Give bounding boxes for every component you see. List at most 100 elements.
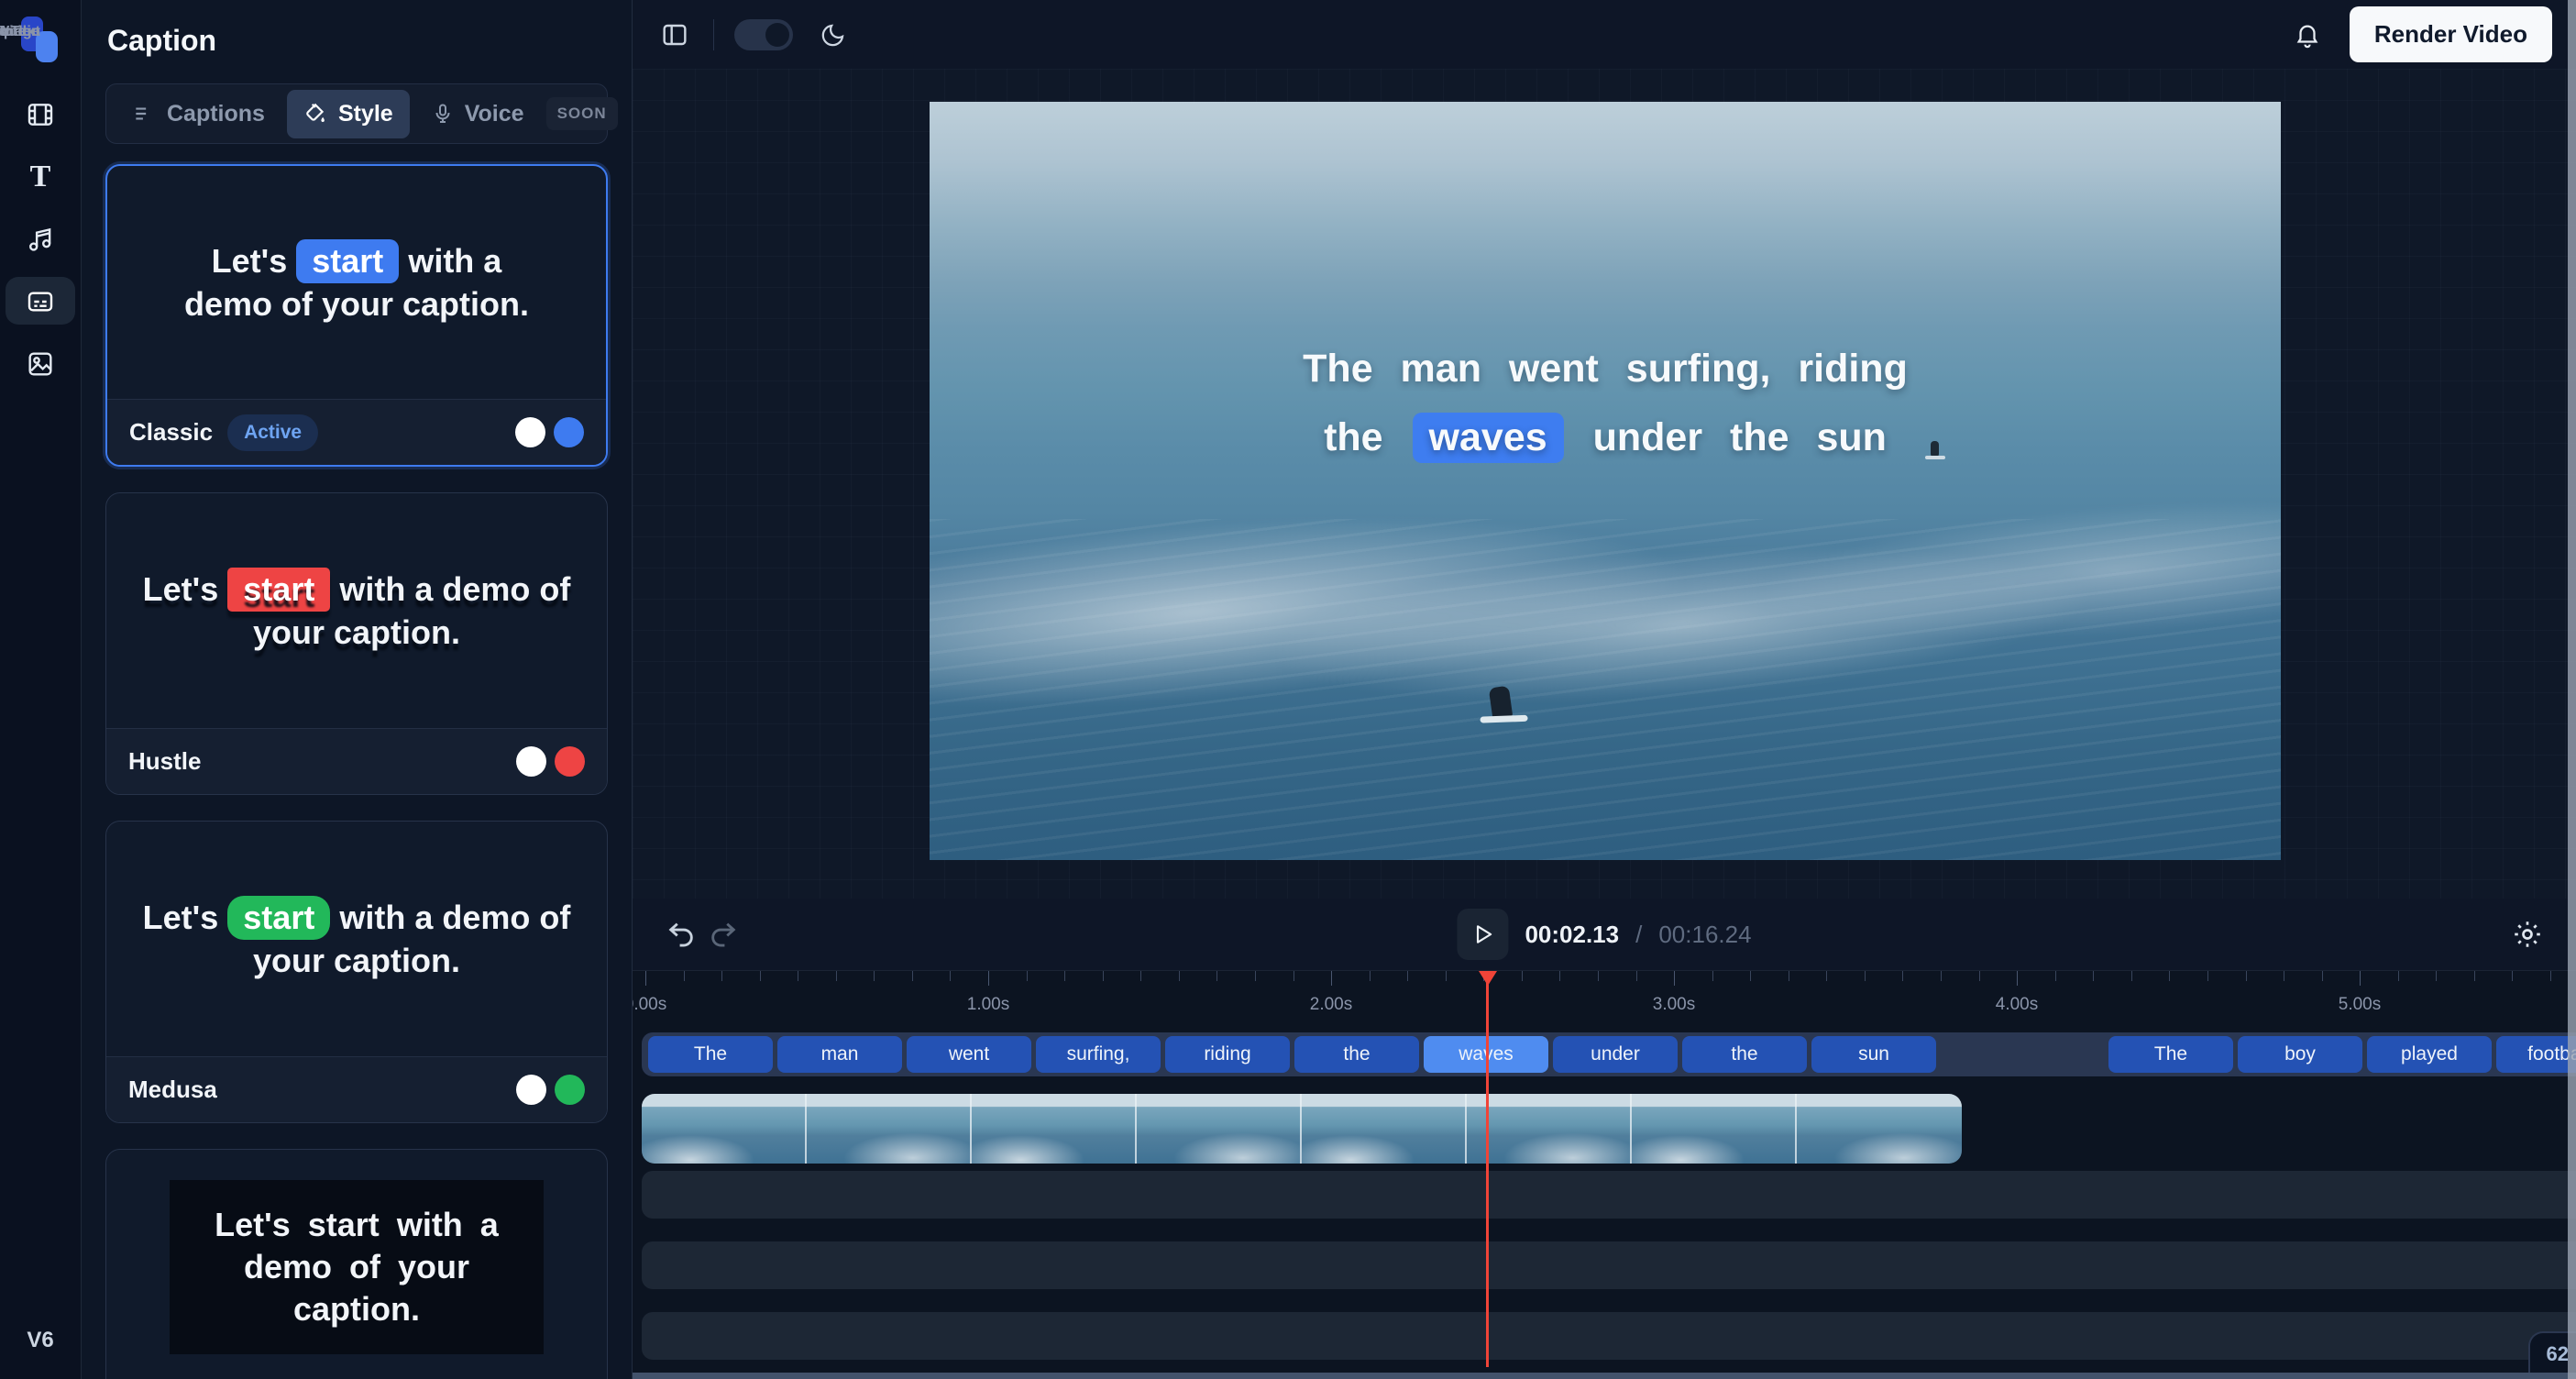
color-dots [516,1075,585,1105]
horizontal-scrollbar[interactable] [633,1373,2576,1379]
ruler-tick [1864,971,1866,981]
toggle-knob [765,22,789,47]
filmstrip-frame [807,1094,972,1164]
timeline-word-chip[interactable]: the [1682,1036,1807,1073]
color-swatch-white[interactable] [516,1075,546,1105]
soon-badge: SOON [545,97,618,130]
render-video-button[interactable]: Render Video [2349,6,2552,62]
video-clip-filmstrip[interactable] [642,1094,1962,1164]
ruler-tick [1178,971,1180,981]
timeline-word-chip[interactable]: riding [1165,1036,1290,1073]
ruler-tick [2207,971,2208,981]
sidebar-item-text[interactable]: T Text [6,24,75,200]
caption-line-2: the waves under the sun [930,413,2281,463]
ruler-second-label: 3.00s [1652,995,1696,1014]
rail-nav: Video T Text Audio Caption [0,24,75,387]
ruler-tick [2473,971,2475,981]
color-swatch-blue[interactable] [554,417,584,447]
time-separator: / [1635,920,1643,948]
timeline-word-chip[interactable]: under [1553,1036,1678,1073]
color-swatch-white[interactable] [515,417,545,447]
timeline-word-chip[interactable]: surfing, [1036,1036,1161,1073]
ruler-tick [1598,971,1599,981]
sidebar-item-label: Image [0,24,40,39]
style-preview: Let's start with a demo of your caption. [106,493,607,728]
style-card-hustle[interactable]: Let's start with a demo of your caption.… [105,492,608,795]
app-window: Video T Text Audio Caption [0,0,2576,1379]
ruler-tick [911,971,913,981]
timeline-word-chip[interactable]: the [1294,1036,1419,1073]
moon-icon[interactable] [815,17,852,53]
video-preview: The man went surfing, riding the waves u… [930,102,2281,860]
tab-label: Style [337,100,393,127]
color-swatch-green[interactable] [555,1075,585,1105]
play-button[interactable] [1457,909,1509,960]
color-swatch-white[interactable] [516,746,546,777]
style-card-classic[interactable]: Let's start with a demo of your caption.… [105,164,608,467]
ruler-tick [1750,971,1752,981]
theme-toggle[interactable] [734,18,793,50]
ruler-tick [1978,971,1980,981]
ruler-second-label: 4.00s [1995,995,2039,1014]
demo-word: start [307,1205,380,1243]
demo-highlight-word: start [227,895,331,940]
ruler-second-label: 2.00s [1309,995,1353,1014]
style-card-medusa[interactable]: Let's start with a demo of your caption.… [105,821,608,1123]
ruler-tick [2321,971,2323,981]
tab-style[interactable]: Style [286,89,410,138]
ruler-tick [1369,971,1371,981]
sidebar-item-video[interactable]: Video [0,24,75,138]
film-icon [25,99,56,130]
ruler-tick [645,971,646,986]
timeline-word-chip[interactable]: The [648,1036,773,1073]
color-dots [515,417,584,447]
undo-icon[interactable] [660,913,702,955]
playhead[interactable] [1479,971,1497,1367]
demo-pre: Let's [211,241,288,280]
timeline-ruler[interactable]: 0.00s 1.00s 2.00s 3.00s 4.00s 5.00s [633,971,2576,1028]
style-card-minimal[interactable]: Let's start with a demo of your caption.… [105,1149,608,1379]
ruler-tick [1407,971,1409,981]
sidebar-item-caption[interactable]: Caption [0,24,75,325]
timeline-word-chip[interactable]: went [907,1036,1031,1073]
timeline-word-chip[interactable]: boy [2238,1036,2362,1073]
video-caption-overlay[interactable]: The man went surfing, riding the waves u… [930,349,2281,487]
ruler-tick [1941,971,1943,981]
sidebar-item-audio[interactable]: Audio [0,24,75,262]
redo-icon[interactable] [702,913,744,955]
style-name: Hustle [128,747,202,775]
playback-center: 00:02.13 / 00:16.24 [1457,909,1752,960]
bell-icon[interactable] [2289,17,2326,53]
color-dots [516,746,585,777]
ruler-tick [1216,971,1218,981]
microphone-icon [432,103,454,125]
caption-active-word: waves [1412,413,1564,463]
tab-captions[interactable]: Captions [116,90,281,138]
ruler-tick [683,971,685,981]
ruler-tick [1102,971,1104,981]
caption-line-1: The man went surfing, riding [1303,347,1908,391]
timeline-word-chip[interactable]: man [777,1036,902,1073]
color-swatch-red[interactable] [555,746,585,777]
sidebar-item-image[interactable]: Image [0,24,75,387]
timeline-word-chip[interactable]: football [2496,1036,2576,1073]
topbar-divider [713,18,714,50]
filmstrip-frame [972,1094,1137,1164]
toggle-sidebar-button[interactable] [656,17,693,53]
total-time: 00:16.24 [1658,920,1752,948]
topbar-right: Render Video [2289,6,2552,62]
active-badge: Active [227,414,319,451]
demo-text: Let's start with a demo of your caption. [127,567,586,654]
ruler-tick [2169,971,2171,981]
timeline-word-chip[interactable]: played [2367,1036,2492,1073]
vertical-scrollbar[interactable] [2568,0,2576,1379]
demo-highlight-word: start [227,567,331,612]
filmstrip-frame [1137,1094,1302,1164]
timeline-word-chip[interactable]: sun [1811,1036,1936,1073]
timeline-word-chip[interactable]: The [2108,1036,2233,1073]
settings-gear-icon[interactable] [2506,913,2548,955]
music-note-icon [25,224,56,255]
ruler-tick [1674,971,1676,986]
editor-topbar: Render Video [633,0,2576,69]
tab-voice[interactable]: Voice [415,90,541,138]
